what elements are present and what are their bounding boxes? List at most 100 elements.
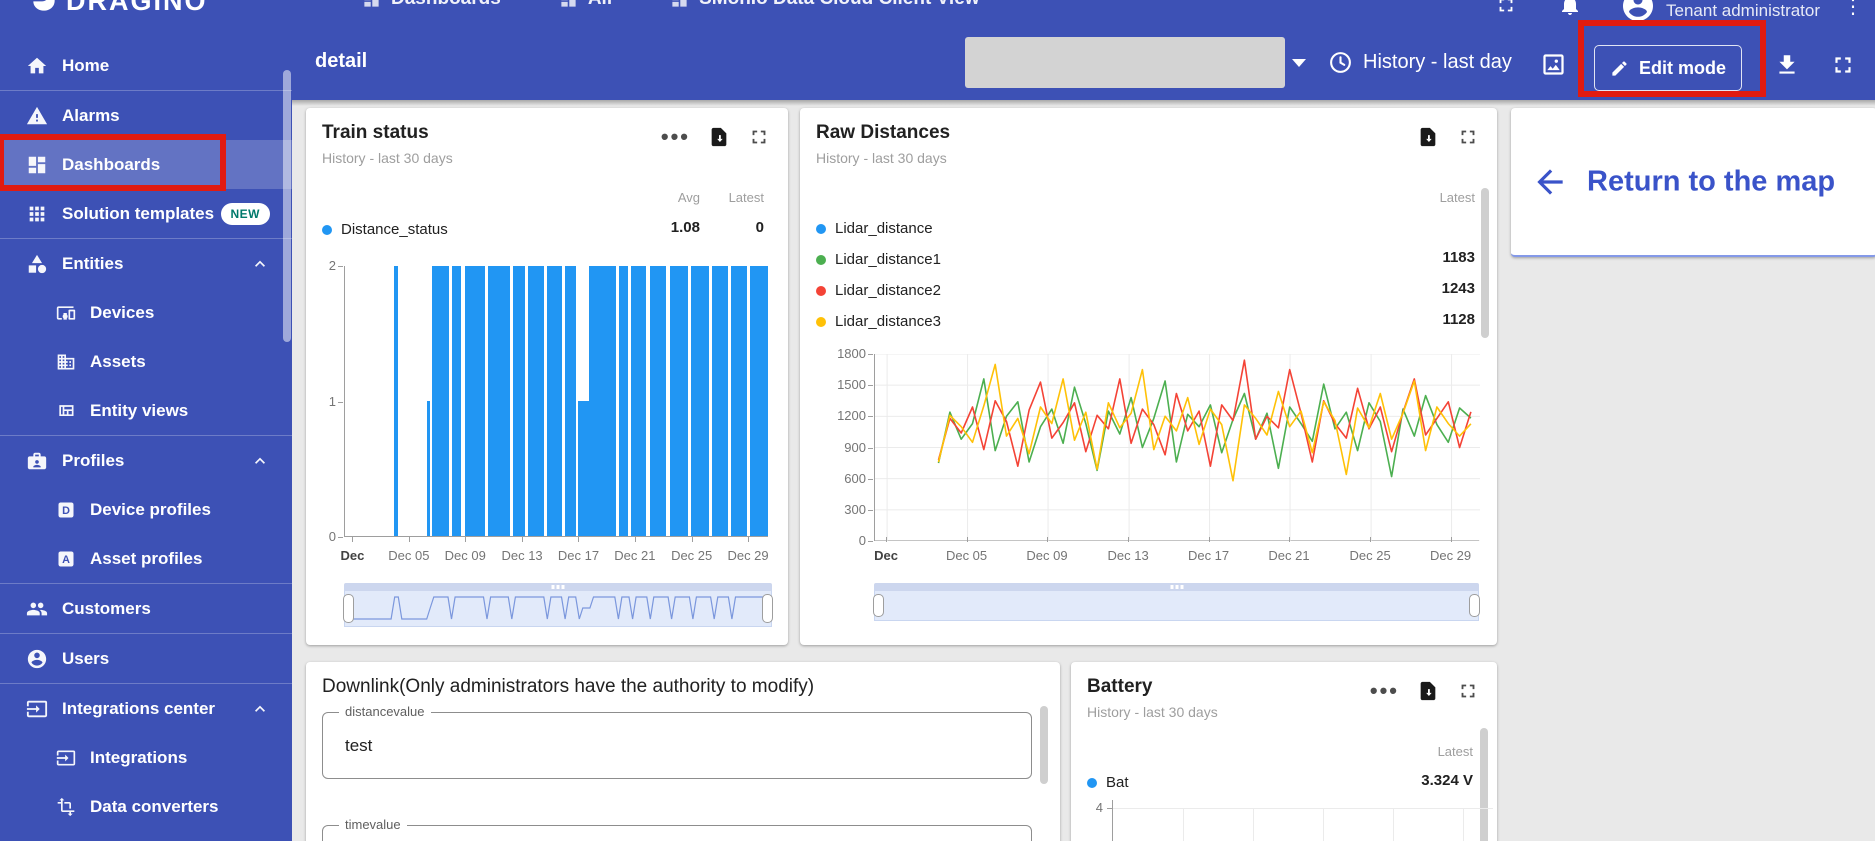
more-horizontal-icon[interactable]: •••: [1370, 684, 1399, 698]
tab-dashboards[interactable]: Dashboards: [362, 0, 501, 10]
gridline: [1393, 808, 1394, 841]
sidebar-item-home[interactable]: Home: [0, 41, 292, 90]
app-logo: DRAGINO: [66, 0, 208, 17]
sidebar-item-label: Solution templates: [62, 204, 214, 224]
x-tick-label: Dec 13: [492, 548, 552, 563]
legend-dot: [816, 317, 826, 327]
legend-item[interactable]: Distance_status: [322, 221, 448, 238]
tab-all[interactable]: All: [559, 0, 612, 10]
notifications-bell-icon[interactable]: [1558, 0, 1582, 17]
more-horizontal-icon[interactable]: •••: [661, 130, 690, 144]
fullscreen-dashboard-icon[interactable]: [1830, 52, 1856, 78]
legend-item[interactable]: Lidar_distance1: [816, 251, 941, 268]
sidebar-item-entity-views[interactable]: Entity views: [0, 386, 292, 435]
legend-item[interactable]: Bat: [1087, 774, 1129, 791]
chevron-up-icon[interactable]: [250, 699, 270, 719]
sidebar-item-users[interactable]: Users: [0, 634, 292, 683]
legend-item[interactable]: Lidar_distance3: [816, 313, 941, 330]
x-tick: [1370, 537, 1371, 542]
navigator-rail[interactable]: [874, 583, 1479, 591]
x-tick-label: Dec 17: [1179, 548, 1239, 563]
sidebar-item-profiles[interactable]: Profiles: [0, 436, 292, 485]
devices-icon: [56, 303, 76, 323]
return-to-map-label[interactable]: Return to the map: [1587, 165, 1835, 198]
timevalue-field[interactable]: timevalue: [322, 825, 1032, 841]
edit-mode-button[interactable]: Edit mode: [1594, 45, 1742, 91]
distancevalue-field[interactable]: distancevalue test: [322, 712, 1032, 779]
fullscreen-icon[interactable]: [1495, 0, 1517, 16]
y-axis-line: [1112, 800, 1113, 841]
transform-icon: [56, 797, 76, 817]
x-tick: [522, 537, 523, 542]
timewindow-button[interactable]: History - last day: [1328, 50, 1512, 75]
sidebar-item-alarms[interactable]: Alarms: [0, 91, 292, 140]
more-vertical-icon[interactable]: ⋮: [1843, 0, 1863, 19]
entity-alias-select[interactable]: [965, 37, 1285, 88]
sidebar-item-label: Assets: [90, 352, 146, 372]
navigator-right-handle[interactable]: [762, 594, 773, 623]
input-icon: [26, 698, 48, 720]
x-tick-label: Dec 21: [1259, 548, 1319, 563]
chevron-up-icon[interactable]: [250, 254, 270, 274]
user-avatar[interactable]: [1620, 0, 1656, 24]
navigator-grip-icon[interactable]: [552, 585, 565, 589]
sidebar-item-label: Entities: [62, 254, 123, 274]
sidebar-item-label: Integrations: [90, 748, 187, 768]
navigator-rail[interactable]: [344, 583, 772, 591]
expand-widget-icon[interactable]: [748, 126, 770, 148]
sidebar-item-integrations-center[interactable]: Integrations center: [0, 684, 292, 733]
navigator-grip-icon[interactable]: [1170, 585, 1183, 589]
x-tick: [1209, 537, 1210, 542]
distancevalue-value[interactable]: test: [345, 736, 372, 756]
widget-return-to-map[interactable]: Return to the map: [1511, 108, 1875, 257]
expand-widget-icon[interactable]: [1457, 126, 1479, 148]
sidebar-scrollbar[interactable]: [283, 70, 291, 342]
tab-smonio-data-cloud-client-view[interactable]: SMonIo Data Cloud Client View: [670, 0, 979, 10]
navigator-left-handle[interactable]: [343, 594, 354, 623]
sidebar-nav: HomeAlarmsDashboardsSolution templatesNE…: [0, 30, 292, 841]
sidebar-item-label: Device profiles: [90, 500, 211, 520]
sidebar-item-asset-profiles[interactable]: AAsset profiles: [0, 534, 292, 583]
sidebar-item-customers[interactable]: Customers: [0, 584, 292, 633]
time-navigator[interactable]: [344, 583, 772, 629]
sidebar-item-data-converters[interactable]: Data converters: [0, 782, 292, 831]
raw-distances-chart[interactable]: [874, 354, 1479, 541]
navigator-left-handle[interactable]: [873, 594, 884, 617]
download-icon[interactable]: [1774, 52, 1800, 78]
y-tick-label: 1: [290, 394, 336, 409]
export-data-icon[interactable]: [1417, 126, 1439, 148]
x-tick: [967, 537, 968, 542]
form-scrollbar[interactable]: [1040, 706, 1048, 784]
y-tick: [338, 402, 343, 403]
export-data-icon[interactable]: [708, 126, 730, 148]
arrow-back-icon[interactable]: [1531, 163, 1569, 201]
export-data-icon[interactable]: [1417, 680, 1439, 702]
navigator-body[interactable]: [874, 591, 1479, 621]
sidebar-item-integrations[interactable]: Integrations: [0, 733, 292, 782]
x-tick: [352, 537, 353, 542]
legend-scrollbar[interactable]: [1480, 728, 1488, 841]
legend-dot: [816, 286, 826, 296]
chevron-up-icon[interactable]: [250, 451, 270, 471]
expand-widget-icon[interactable]: [1457, 680, 1479, 702]
sidebar-item-devices[interactable]: Devices: [0, 288, 292, 337]
time-navigator[interactable]: [874, 583, 1479, 623]
x-tick-label: Dec 25: [1340, 548, 1400, 563]
tab-label: SMonIo Data Cloud Client View: [699, 0, 979, 10]
navigator-body[interactable]: [344, 591, 772, 627]
sidebar-item-device-profiles[interactable]: DDevice profiles: [0, 485, 292, 534]
sidebar-item-assets[interactable]: Assets: [0, 337, 292, 386]
legend-item[interactable]: Lidar_distance2: [816, 282, 941, 299]
sidebar-item-solution-templates[interactable]: Solution templatesNEW: [0, 189, 292, 238]
image-gallery-icon[interactable]: [1540, 51, 1567, 78]
select-caret-icon[interactable]: [1292, 59, 1306, 67]
widget-actions: •••: [1370, 680, 1479, 702]
sidebar-item-entities[interactable]: Entities: [0, 239, 292, 288]
legend-scrollbar[interactable]: [1481, 188, 1489, 338]
navigator-right-handle[interactable]: [1469, 594, 1480, 617]
status-bar: [750, 266, 768, 536]
sidebar-item-dashboards[interactable]: Dashboards: [0, 140, 292, 189]
train-status-chart[interactable]: [344, 266, 768, 537]
status-bar: [427, 401, 429, 536]
legend-item[interactable]: Lidar_distance: [816, 220, 933, 237]
